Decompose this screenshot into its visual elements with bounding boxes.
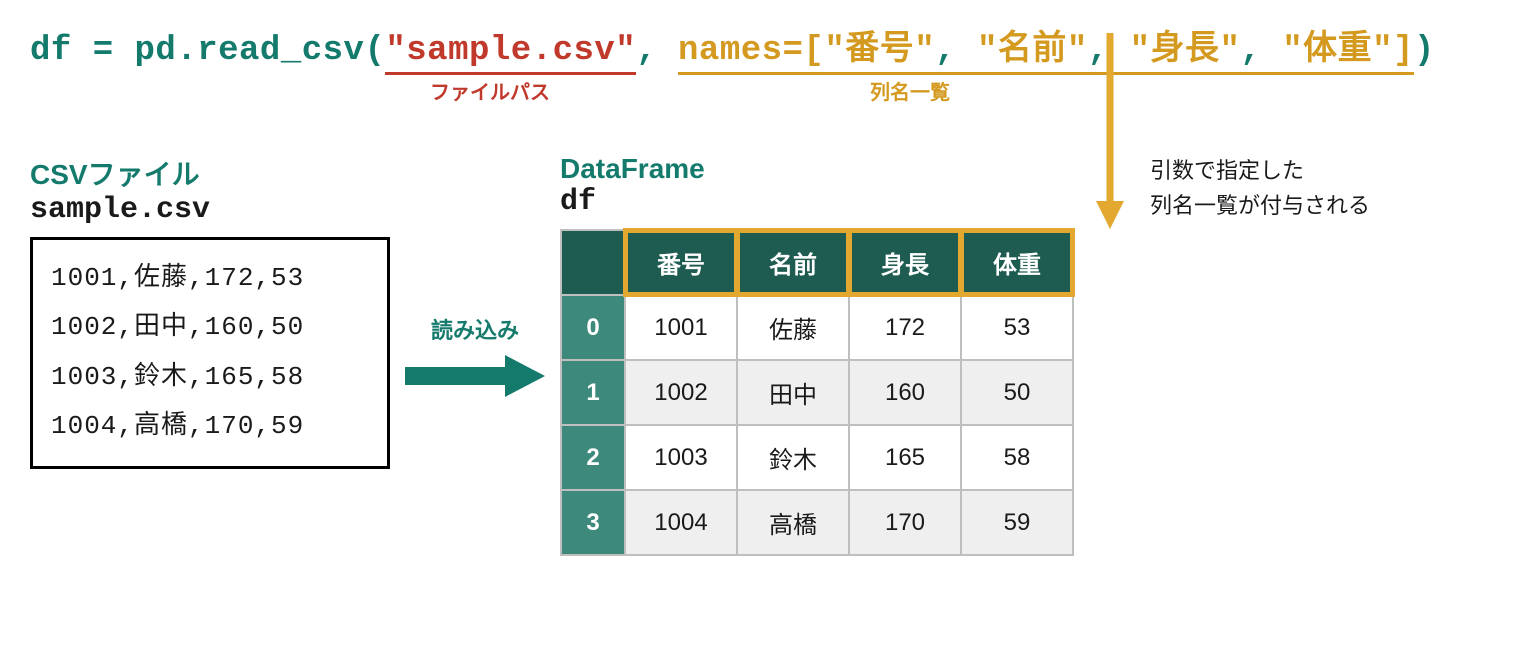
anno-columns: 列名一覧 (870, 76, 950, 105)
df-index: 0 (561, 295, 625, 360)
df-header: 体重 (961, 230, 1073, 295)
df-cell: 50 (961, 360, 1073, 425)
code-line: df = pd.read_csv("sample.csv", names=["番… (30, 20, 1500, 70)
df-cell: 165 (849, 425, 961, 490)
df-cell: 58 (961, 425, 1073, 490)
code-names-arg: names=["番号", "名前", "身長", "体重"] (678, 32, 1414, 75)
callout-text: 引数で指定した 列名一覧が付与される (1150, 153, 1370, 223)
df-header: 番号 (625, 230, 737, 295)
table-row: 1 1002 田中 160 50 (561, 360, 1073, 425)
df-cell: 1001 (625, 295, 737, 360)
df-header: 身長 (849, 230, 961, 295)
df-cell: 1003 (625, 425, 737, 490)
code-file-arg: "sample.csv" (385, 32, 636, 75)
anno-filepath: ファイルパス (430, 76, 550, 105)
csv-title: CSVファイル (30, 153, 390, 193)
table-row: 3 1004 高橋 170 59 (561, 490, 1073, 555)
arrow-down-icon (1090, 33, 1130, 233)
code-comma: , (636, 32, 678, 70)
df-cell: 53 (961, 295, 1073, 360)
df-title: DataFrame (560, 153, 1074, 185)
df-cell: 田中 (737, 360, 849, 425)
dataframe-section: 引数で指定した 列名一覧が付与される DataFrame df 番号 名前 身長… (560, 153, 1074, 556)
table-row: 0 1001 佐藤 172 53 (561, 295, 1073, 360)
df-cell: 170 (849, 490, 961, 555)
df-cell: 佐藤 (737, 295, 849, 360)
df-cell: 172 (849, 295, 961, 360)
df-cell: 59 (961, 490, 1073, 555)
csv-line: 1001,佐藤,172,53 (51, 254, 369, 303)
csv-line: 1003,鈴木,165,58 (51, 353, 369, 402)
df-cell: 高橋 (737, 490, 849, 555)
df-index: 2 (561, 425, 625, 490)
df-var: df (560, 185, 1074, 219)
df-cell: 1004 (625, 490, 737, 555)
csv-section: CSVファイル sample.csv 1001,佐藤,172,53 1002,田… (30, 153, 390, 469)
df-cell: 鈴木 (737, 425, 849, 490)
df-header: 名前 (737, 230, 849, 295)
table-row: 2 1003 鈴木 165 58 (561, 425, 1073, 490)
csv-line: 1002,田中,160,50 (51, 303, 369, 352)
code-prefix: df = pd.read_csv( (30, 32, 385, 70)
df-index: 3 (561, 490, 625, 555)
df-cell: 1002 (625, 360, 737, 425)
arrow-right-icon (405, 351, 545, 401)
df-cell: 160 (849, 360, 961, 425)
csv-content-box: 1001,佐藤,172,53 1002,田中,160,50 1003,鈴木,16… (30, 237, 390, 469)
df-table: 番号 名前 身長 体重 0 1001 佐藤 172 53 1 1002 田中 (560, 229, 1074, 556)
read-arrow-section: 読み込み (390, 153, 560, 406)
df-corner (561, 230, 625, 295)
df-index: 1 (561, 360, 625, 425)
code-paren-close: ) (1414, 32, 1435, 70)
read-label: 読み込み (390, 313, 560, 345)
csv-filename: sample.csv (30, 193, 390, 227)
code-annotations: ファイルパス 列名一覧 (30, 76, 1500, 105)
csv-line: 1004,高橋,170,59 (51, 402, 369, 451)
